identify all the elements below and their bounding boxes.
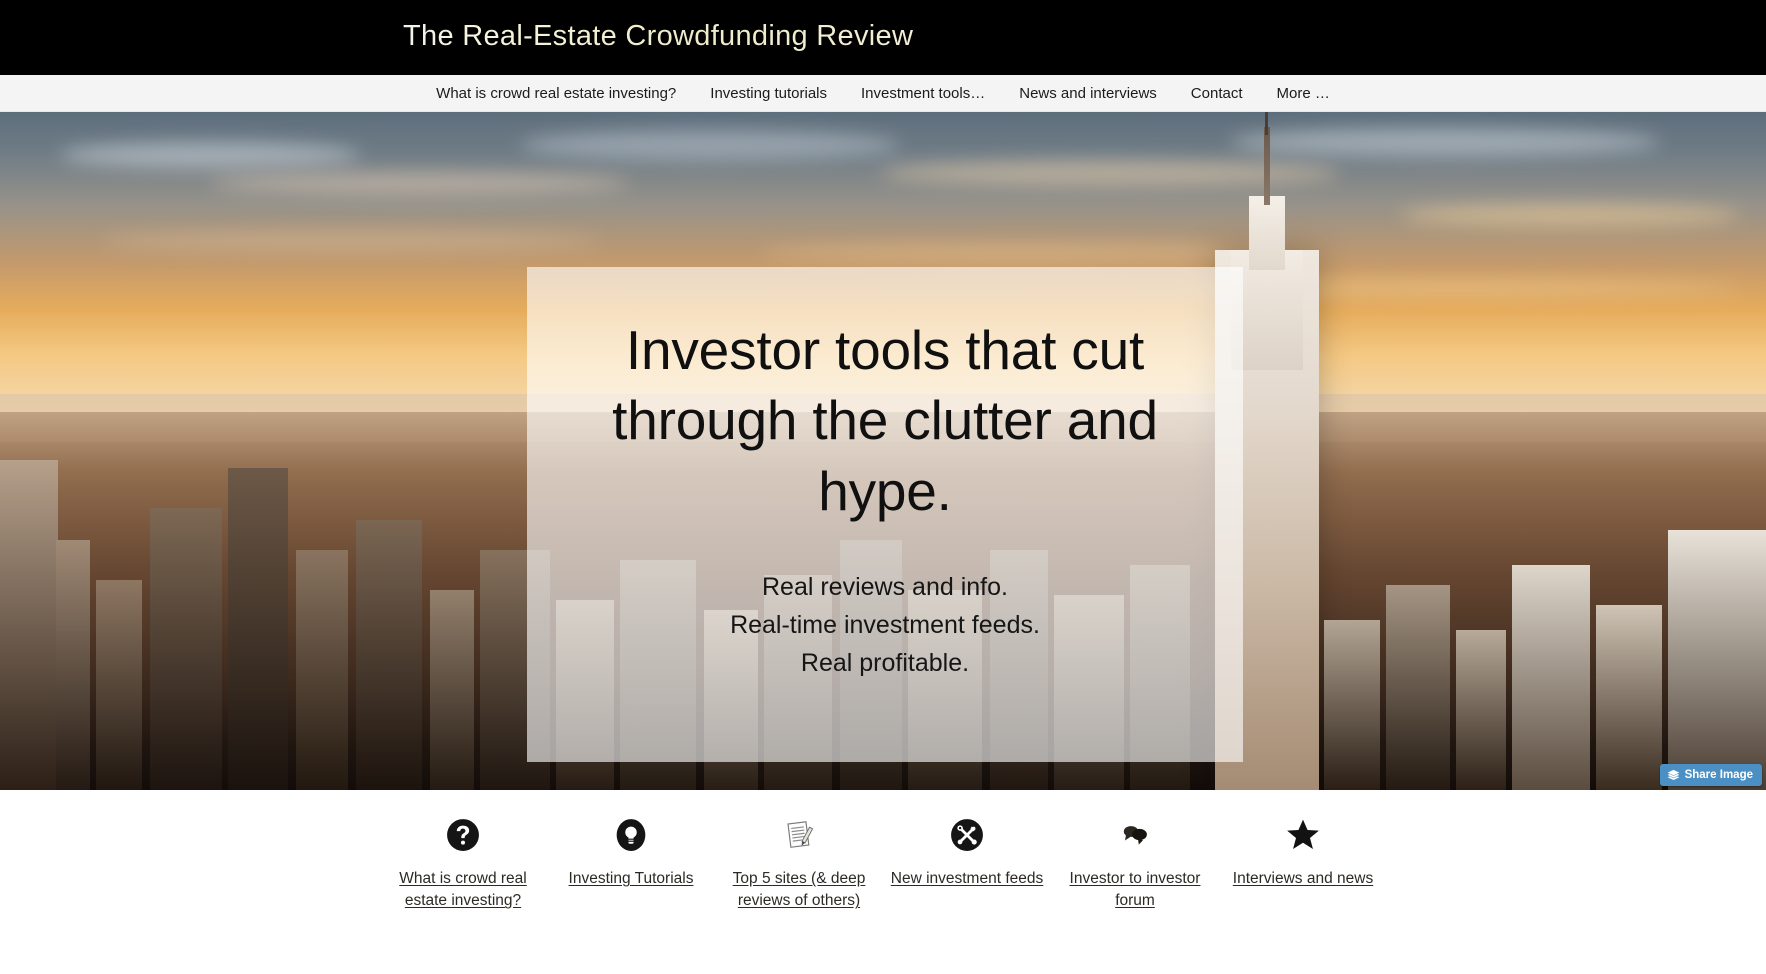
building-silhouette — [430, 590, 474, 790]
building-silhouette — [1456, 630, 1506, 790]
hero-banner: Investor tools that cut through the clut… — [0, 112, 1766, 790]
building-silhouette — [356, 520, 422, 790]
quick-link-investor-to-investor-forum[interactable]: Investor to investor forum — [1055, 812, 1215, 974]
star-icon — [1285, 812, 1321, 858]
main-navigation: What is crowd real estate investing? Inv… — [0, 75, 1766, 112]
quick-link-label: Interviews and news — [1232, 870, 1374, 887]
cloud-decoration — [100, 232, 600, 250]
building-silhouette — [1596, 605, 1662, 790]
quick-link-investing-tutorials[interactable]: Investing Tutorials — [551, 812, 711, 974]
cloud-decoration — [520, 130, 900, 160]
quick-link-label: Top 5 sites (& deep reviews of others) — [732, 870, 866, 910]
hero-text-overlay: Investor tools that cut through the clut… — [527, 267, 1243, 762]
quick-link-interviews-and-news[interactable]: Interviews and news — [1223, 812, 1383, 974]
nav-item-more[interactable]: More … — [1260, 75, 1347, 112]
nav-item-what-is-crowd-real-estate-investing[interactable]: What is crowd real estate investing? — [419, 75, 693, 112]
cloud-decoration — [1230, 128, 1660, 156]
quick-link-label: Investor to investor forum — [1069, 870, 1201, 910]
hero-subheading: Real reviews and info. Real-time investm… — [730, 568, 1040, 682]
quick-link-label: New investment feeds — [890, 870, 1044, 887]
nav-item-investing-tutorials[interactable]: Investing tutorials — [693, 75, 844, 112]
share-image-button[interactable]: Share Image — [1659, 764, 1762, 786]
building-silhouette — [56, 540, 90, 790]
share-image-label: Share Image — [1684, 769, 1753, 781]
site-masthead: The Real-Estate Crowdfunding Review — [0, 0, 1766, 75]
building-silhouette — [1324, 620, 1380, 790]
quick-link-label: Investing Tutorials — [568, 870, 694, 887]
cloud-decoration — [880, 160, 1340, 186]
cloud-decoration — [1400, 204, 1740, 226]
building-silhouette — [1668, 530, 1766, 790]
question-mark-circle-icon — [446, 812, 480, 858]
quick-link-what-is-crowd-real-estate-investing[interactable]: What is crowd real estate investing? — [383, 812, 543, 974]
hero-heading: Investor tools that cut through the clut… — [612, 319, 1158, 522]
nav-item-contact[interactable]: Contact — [1174, 75, 1260, 112]
hero-sub-line-1: Real reviews and info. — [762, 573, 1008, 602]
quick-link-new-investment-feeds[interactable]: New investment feeds — [887, 812, 1047, 974]
lightbulb-circle-icon — [614, 812, 648, 858]
building-silhouette — [0, 460, 58, 790]
quick-link-label: What is crowd real estate investing? — [399, 870, 527, 910]
building-silhouette — [150, 508, 222, 790]
building-silhouette — [1512, 565, 1590, 790]
speech-bubbles-icon — [1118, 812, 1152, 858]
building-silhouette — [1386, 585, 1450, 790]
quick-links-row: What is crowd real estate investing? Inv… — [383, 812, 1383, 974]
empire-state-building-crown — [1249, 196, 1285, 270]
nav-item-investment-tools[interactable]: Investment tools… — [844, 75, 1002, 112]
cloud-decoration — [760, 244, 1280, 262]
building-silhouette — [296, 550, 348, 790]
quick-links-section: What is crowd real estate investing? Inv… — [0, 790, 1766, 974]
building-silhouette — [228, 468, 288, 790]
layers-icon — [1667, 769, 1680, 782]
quick-link-top-5-sites[interactable]: Top 5 sites (& deep reviews of others) — [719, 812, 879, 974]
site-title: The Real-Estate Crowdfunding Review — [403, 20, 914, 52]
cloud-decoration — [60, 142, 360, 168]
notepad-pencil-icon — [782, 812, 816, 858]
building-silhouette — [96, 580, 142, 790]
hero-sub-line-2: Real-time investment feeds. — [730, 611, 1040, 640]
empire-state-building-antenna — [1265, 112, 1268, 135]
empire-state-building-spire — [1264, 127, 1270, 205]
nav-item-list: What is crowd real estate investing? Inv… — [419, 75, 1347, 112]
cloud-decoration — [210, 172, 630, 194]
hero-sub-line-3: Real profitable. — [800, 649, 970, 678]
nav-item-news-and-interviews[interactable]: News and interviews — [1002, 75, 1174, 112]
tools-circle-icon — [950, 812, 984, 858]
